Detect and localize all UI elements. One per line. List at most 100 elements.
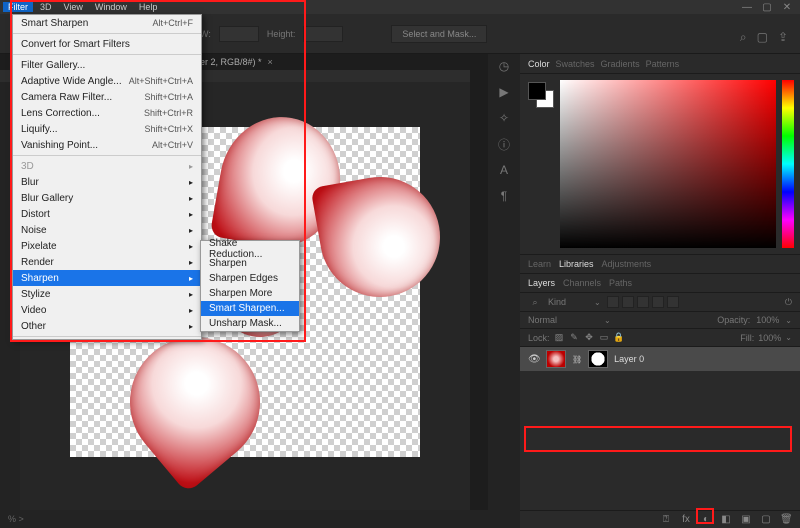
color-field[interactable] — [560, 80, 776, 248]
filter-dropdown-menu: Smart SharpenAlt+Ctrl+F Convert for Smar… — [12, 14, 202, 340]
tab-patterns[interactable]: Patterns — [646, 59, 680, 69]
close-window-icon[interactable]: ✕ — [782, 2, 792, 13]
menu-group-video[interactable]: Video — [13, 302, 201, 318]
search-icon[interactable]: ⌕ — [740, 30, 747, 45]
minimize-icon[interactable]: — — [742, 2, 752, 13]
submenu-sharpen-edges[interactable]: Sharpen Edges — [201, 271, 299, 286]
paragraph-icon[interactable]: ¶ — [496, 188, 512, 204]
menu-group-pixelate[interactable]: Pixelate — [13, 238, 201, 254]
submenu-sharpen-more[interactable]: Sharpen More — [201, 286, 299, 301]
add-mask-icon[interactable]: ◐ — [700, 514, 712, 525]
sharpen-submenu: Shake Reduction... Sharpen Sharpen Edges… — [200, 240, 300, 332]
filter-adjust-icon[interactable] — [622, 296, 634, 308]
layer-filter-search-icon[interactable]: ⌕ — [528, 297, 542, 308]
lock-pixels-icon[interactable]: ✎ — [569, 332, 580, 343]
window-controls: — ▢ ✕ — [742, 2, 792, 13]
history-icon[interactable]: ◷ — [496, 58, 512, 74]
menu-group-stylize[interactable]: Stylize — [13, 286, 201, 302]
menu-filter[interactable]: Filter — [3, 2, 33, 12]
mask-link-icon[interactable]: ⛓ — [572, 355, 582, 364]
layers-footer: ⍰ fx ◐ ◧ ▣ ▢ 🗑 — [520, 510, 800, 528]
filter-toggle-icon[interactable]: ⏻ — [785, 297, 792, 308]
tab-learn[interactable]: Learn — [528, 259, 551, 269]
tab-paths[interactable]: Paths — [609, 278, 632, 288]
tab-libraries[interactable]: Libraries — [559, 259, 594, 269]
opacity-value[interactable]: 100% — [756, 315, 779, 325]
menu-group-blur-gallery[interactable]: Blur Gallery — [13, 190, 201, 206]
lock-position-icon[interactable]: ✥ — [584, 332, 595, 343]
layer-fx-icon[interactable]: fx — [680, 514, 692, 525]
menubar: Filter 3D View Window Help — ▢ ✕ — [0, 0, 800, 14]
type-icon[interactable]: A — [496, 162, 512, 178]
opacity-label: Opacity: — [717, 315, 750, 325]
menu-item-last-filter[interactable]: Smart SharpenAlt+Ctrl+F — [13, 15, 201, 31]
delete-layer-icon[interactable]: 🗑 — [780, 514, 792, 525]
info-icon[interactable]: ⓘ — [496, 136, 512, 152]
menu-group-render[interactable]: Render — [13, 254, 201, 270]
menu-window[interactable]: Window — [90, 2, 132, 12]
collapsed-panel-strip: ◷ ▶ ✧ ⓘ A ¶ — [488, 54, 520, 528]
height-field[interactable] — [303, 26, 343, 42]
blend-mode-select[interactable]: Normal — [528, 315, 598, 325]
width-field[interactable] — [219, 26, 259, 42]
menu-group-noise[interactable]: Noise — [13, 222, 201, 238]
menu-item-lens-correction[interactable]: Lens Correction...Shift+Ctrl+R — [13, 105, 201, 121]
layer-filter-kind[interactable]: Kind — [548, 297, 588, 307]
workspace-icons: ⌕ ▢ ⇪ — [740, 30, 788, 45]
menu-group-distort[interactable]: Distort — [13, 206, 201, 222]
tab-layers[interactable]: Layers — [528, 278, 555, 288]
tab-color[interactable]: Color — [528, 59, 550, 69]
new-adjustment-icon[interactable]: ◧ — [720, 514, 732, 525]
filter-shape-icon[interactable] — [652, 296, 664, 308]
tab-channels[interactable]: Channels — [563, 278, 601, 288]
fill-label: Fill: — [740, 333, 754, 343]
height-label: Height: — [267, 29, 296, 39]
brush-icon[interactable]: ✧ — [496, 110, 512, 126]
lock-all-icon[interactable]: 🔒 — [614, 332, 625, 343]
menu-item-filter-gallery[interactable]: Filter Gallery... — [13, 57, 201, 73]
tab-adjustments[interactable]: Adjustments — [602, 259, 652, 269]
color-panel — [520, 74, 800, 254]
maximize-icon[interactable]: ▢ — [762, 2, 772, 13]
submenu-unsharp-mask[interactable]: Unsharp Mask... — [201, 316, 299, 331]
new-group-icon[interactable]: ▣ — [740, 514, 752, 525]
filter-pixel-icon[interactable] — [607, 296, 619, 308]
layer-row-0[interactable]: 👁 ⛓ Layer 0 — [520, 347, 800, 371]
workspace-icon[interactable]: ▢ — [757, 30, 768, 45]
link-layers-icon[interactable]: ⍰ — [660, 514, 672, 525]
play-icon[interactable]: ▶ — [496, 84, 512, 100]
lock-artboard-icon[interactable]: ▭ — [599, 332, 610, 343]
lock-transparency-icon[interactable]: ▨ — [554, 332, 565, 343]
menu-group-3d[interactable]: 3D — [13, 158, 201, 174]
menu-3d[interactable]: 3D — [35, 2, 57, 12]
share-icon[interactable]: ⇪ — [778, 30, 788, 45]
layer-name[interactable]: Layer 0 — [614, 354, 644, 364]
layer-visibility-icon[interactable]: 👁 — [528, 354, 540, 365]
fill-value[interactable]: 100% — [758, 333, 781, 343]
menu-group-sharpen[interactable]: Sharpen — [13, 270, 201, 286]
tab-gradients[interactable]: Gradients — [601, 59, 640, 69]
layer-mask-thumbnail[interactable] — [588, 350, 608, 368]
filter-smart-icon[interactable] — [667, 296, 679, 308]
new-layer-icon[interactable]: ▢ — [760, 514, 772, 525]
tab-swatches[interactable]: Swatches — [556, 59, 595, 69]
menu-item-camera-raw[interactable]: Camera Raw Filter...Shift+Ctrl+A — [13, 89, 201, 105]
menu-group-blur[interactable]: Blur — [13, 174, 201, 190]
fg-bg-swatch[interactable] — [528, 82, 554, 108]
menu-item-liquify[interactable]: Liquify...Shift+Ctrl+X — [13, 121, 201, 137]
filter-type-icon[interactable] — [637, 296, 649, 308]
document-tab[interactable]: er 2, RGB/8#) * × — [200, 54, 273, 70]
submenu-smart-sharpen[interactable]: Smart Sharpen... — [201, 301, 299, 316]
submenu-shake-reduction[interactable]: Shake Reduction... — [201, 241, 299, 256]
menu-group-other[interactable]: Other — [13, 318, 201, 334]
fg-color-swatch[interactable] — [528, 82, 546, 100]
layer-thumbnail[interactable] — [546, 350, 566, 368]
menu-item-wide-angle[interactable]: Adaptive Wide Angle...Alt+Shift+Ctrl+A — [13, 73, 201, 89]
menu-item-vanishing-point[interactable]: Vanishing Point...Alt+Ctrl+V — [13, 137, 201, 153]
select-and-mask-button[interactable]: Select and Mask... — [391, 25, 487, 43]
menu-view[interactable]: View — [59, 2, 88, 12]
menu-item-convert-smart[interactable]: Convert for Smart Filters — [13, 36, 201, 52]
close-tab-icon[interactable]: × — [268, 57, 273, 67]
menu-help[interactable]: Help — [134, 2, 163, 12]
hue-slider[interactable] — [782, 80, 794, 248]
